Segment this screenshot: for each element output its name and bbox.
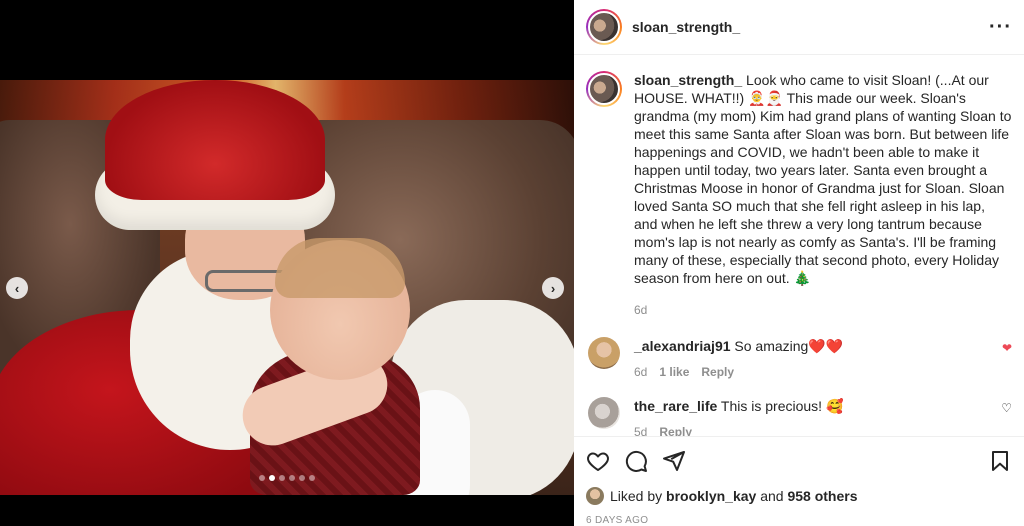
reply-button[interactable]: Reply xyxy=(659,425,692,436)
comment-item: the_rare_life This is precious! 🥰 5d Rep… xyxy=(586,397,1012,436)
likes-others[interactable]: 958 others xyxy=(787,488,857,504)
action-bar: Liked by brooklyn_kay and 958 others 6 D… xyxy=(574,436,1024,526)
likes-prefix: Liked by xyxy=(610,488,663,504)
caption-text: Look who came to visit Sloan! (...At our… xyxy=(634,72,1012,286)
comment-text: This is precious! 🥰 xyxy=(720,398,844,414)
comment-icon[interactable] xyxy=(624,449,648,473)
post-timestamp[interactable]: 6 DAYS AGO xyxy=(586,515,1012,526)
heart-icon[interactable]: ❤ xyxy=(1002,341,1012,355)
post-sidebar: sloan_strength_ ··· sloan_strength_ Look… xyxy=(574,0,1024,526)
avatar[interactable] xyxy=(586,9,622,45)
comment-likes[interactable]: 1 like xyxy=(659,365,689,379)
carousel-dot xyxy=(279,475,285,481)
reply-button[interactable]: Reply xyxy=(701,365,734,379)
avatar[interactable] xyxy=(588,337,620,369)
carousel-indicator xyxy=(0,475,574,481)
chevron-right-icon: › xyxy=(550,280,556,296)
carousel-dot xyxy=(289,475,295,481)
more-horizontal-icon[interactable]: ··· xyxy=(989,16,1012,39)
chevron-left-icon: ‹ xyxy=(14,280,20,296)
comments-section: sloan_strength_ Look who came to visit S… xyxy=(574,55,1024,436)
bookmark-icon[interactable] xyxy=(988,449,1012,473)
avatar[interactable] xyxy=(588,397,620,429)
post-header: sloan_strength_ ··· xyxy=(574,0,1024,55)
comment-item: _alexandriaj91 So amazing❤️❤️ 6d 1 like … xyxy=(586,337,1012,379)
comment-username[interactable]: the_rare_life xyxy=(634,398,717,414)
heart-icon[interactable] xyxy=(586,449,610,473)
next-image-button[interactable]: › xyxy=(542,277,564,299)
comment-text: So amazing❤️❤️ xyxy=(734,338,844,354)
liker-username[interactable]: brooklyn_kay xyxy=(666,488,756,504)
carousel-dot xyxy=(259,475,265,481)
likes-and: and xyxy=(760,488,784,504)
author-username[interactable]: sloan_strength_ xyxy=(632,19,740,35)
heart-outline-icon[interactable]: ♡ xyxy=(1001,401,1012,415)
likes-summary: Liked by brooklyn_kay and 958 others xyxy=(586,487,1012,505)
carousel-dot xyxy=(269,475,275,481)
comment-time[interactable]: 6d xyxy=(634,365,647,379)
post-photo[interactable] xyxy=(0,80,574,495)
caption-username[interactable]: sloan_strength_ xyxy=(634,72,742,88)
carousel-dot xyxy=(309,475,315,481)
caption-time[interactable]: 6d xyxy=(634,301,1012,319)
avatar[interactable] xyxy=(586,487,604,505)
caption: sloan_strength_ Look who came to visit S… xyxy=(586,71,1012,319)
comment-time[interactable]: 5d xyxy=(634,425,647,436)
media-pane: ‹ › xyxy=(0,0,574,526)
avatar[interactable] xyxy=(586,71,622,107)
share-icon[interactable] xyxy=(662,449,686,473)
comment-username[interactable]: _alexandriaj91 xyxy=(634,338,731,354)
previous-image-button[interactable]: ‹ xyxy=(6,277,28,299)
carousel-dot xyxy=(299,475,305,481)
post-modal: ‹ › sloan_strength_ ··· sloan_strength_ … xyxy=(0,0,1024,526)
